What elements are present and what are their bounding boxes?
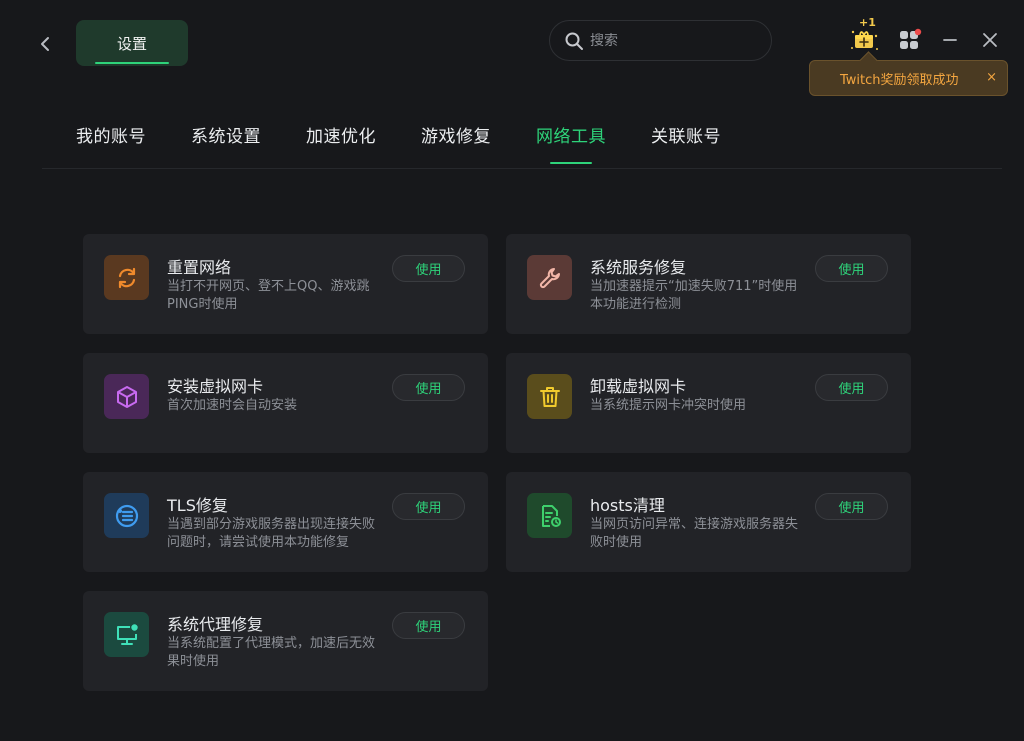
settings-tabs: 我的账号 系统设置 加速优化 游戏修复 网络工具 关联账号 — [42, 113, 1002, 169]
use-button-tls-repair[interactable]: 使用 — [392, 493, 465, 520]
tool-description: 首次加速时会自动安装 — [167, 398, 298, 413]
tool-title: hosts清理 — [590, 496, 665, 515]
settings-underline — [95, 62, 169, 64]
tool-description: 当打不开网页、登不上QQ、游戏跳PING时使用 — [167, 279, 370, 312]
tab-game-repair[interactable]: 游戏修复 — [421, 113, 491, 167]
use-button-uninstall-virtual-nic[interactable]: 使用 — [815, 374, 888, 401]
tool-title: 安装虚拟网卡 — [167, 377, 264, 396]
tool-title: 卸载虚拟网卡 — [590, 377, 687, 396]
tab-system-settings[interactable]: 系统设置 — [191, 113, 261, 167]
tool-card-tls-repair: TLS修复 当遇到部分游戏服务器出现连接失败问题时，请尝试使用本功能修复 使用 — [83, 472, 488, 572]
trash-icon — [539, 386, 560, 407]
tool-title: 重置网络 — [167, 258, 232, 277]
settings-tab-button[interactable]: 设置 — [76, 20, 188, 66]
toast-message: Twitch奖励领取成功 — [840, 72, 959, 88]
tool-description: 当网页访问异常、连接游戏服务器失败时使用 — [590, 517, 799, 550]
tool-card-uninstall-virtual-nic: 卸载虚拟网卡 当系统提示网卡冲突时使用 使用 — [506, 353, 911, 453]
tool-card-install-virtual-nic: 安装虚拟网卡 首次加速时会自动安装 使用 — [83, 353, 488, 453]
tool-description: 当系统提示网卡冲突时使用 — [590, 398, 747, 413]
tab-network-tools[interactable]: 网络工具 — [536, 113, 606, 167]
file-clean-icon — [541, 504, 561, 527]
settings-label: 设置 — [116, 34, 147, 53]
reward-badge: +1 — [859, 16, 876, 29]
tab-acceleration[interactable]: 加速优化 — [306, 113, 376, 167]
apps-button[interactable] — [898, 28, 922, 52]
grid-apps-icon — [900, 28, 922, 49]
proxy-repair-icon-box — [104, 612, 149, 657]
minimize-icon — [943, 39, 957, 41]
service-repair-icon-box — [527, 255, 572, 300]
tab-my-account[interactable]: 我的账号 — [76, 113, 146, 167]
tool-card-hosts-clean: hosts清理 当网页访问异常、连接游戏服务器失败时使用 使用 — [506, 472, 911, 572]
search-input[interactable] — [590, 32, 760, 49]
use-button-system-service-repair[interactable]: 使用 — [815, 255, 888, 282]
tool-card-reset-network: 重置网络 当打不开网页、登不上QQ、游戏跳PING时使用 使用 — [83, 234, 488, 334]
use-button-hosts-clean[interactable]: 使用 — [815, 493, 888, 520]
tool-description: 当系统配置了代理模式，加速后无效果时使用 — [167, 636, 376, 669]
monitor-icon — [116, 623, 138, 645]
reward-toast: Twitch奖励领取成功 × — [809, 60, 1008, 96]
tool-description: 当遇到部分游戏服务器出现连接失败问题时，请尝试使用本功能修复 — [167, 517, 376, 550]
settings-window: 设置 +1 — [0, 0, 1024, 741]
use-button-install-virtual-nic[interactable]: 使用 — [392, 374, 465, 401]
close-window-button[interactable] — [980, 30, 1000, 50]
reward-button[interactable]: +1 — [848, 16, 880, 54]
tool-title: TLS修复 — [167, 496, 228, 515]
reset-network-icon-box — [104, 255, 149, 300]
tool-title: 系统服务修复 — [590, 258, 687, 277]
chevron-left-icon — [41, 37, 49, 51]
tool-title: 系统代理修复 — [167, 615, 264, 634]
close-icon — [983, 33, 997, 47]
tls-repair-icon-box — [104, 493, 149, 538]
use-button-reset-network[interactable]: 使用 — [392, 255, 465, 282]
minimize-button[interactable] — [940, 30, 960, 50]
toast-close-button[interactable]: × — [986, 70, 997, 85]
cube-icon — [116, 385, 137, 408]
tool-card-system-service-repair: 系统服务修复 当加速器提示“加速失败711”时使用本功能进行检测 使用 — [506, 234, 911, 334]
tool-card-system-proxy-repair: 系统代理修复 当系统配置了代理模式，加速后无效果时使用 使用 — [83, 591, 488, 691]
wrench-icon — [539, 267, 560, 288]
tool-description: 当加速器提示“加速失败711”时使用本功能进行检测 — [590, 279, 798, 312]
tab-linked-accounts[interactable]: 关联账号 — [651, 113, 721, 167]
use-button-system-proxy-repair[interactable]: 使用 — [392, 612, 465, 639]
search-box[interactable] — [549, 20, 772, 61]
refresh-icon — [118, 267, 135, 288]
install-nic-icon-box — [104, 374, 149, 419]
hosts-clean-icon-box — [527, 493, 572, 538]
search-icon — [565, 32, 583, 50]
back-button[interactable] — [34, 32, 56, 56]
uninstall-nic-icon-box — [527, 374, 572, 419]
tls-icon — [115, 504, 138, 527]
